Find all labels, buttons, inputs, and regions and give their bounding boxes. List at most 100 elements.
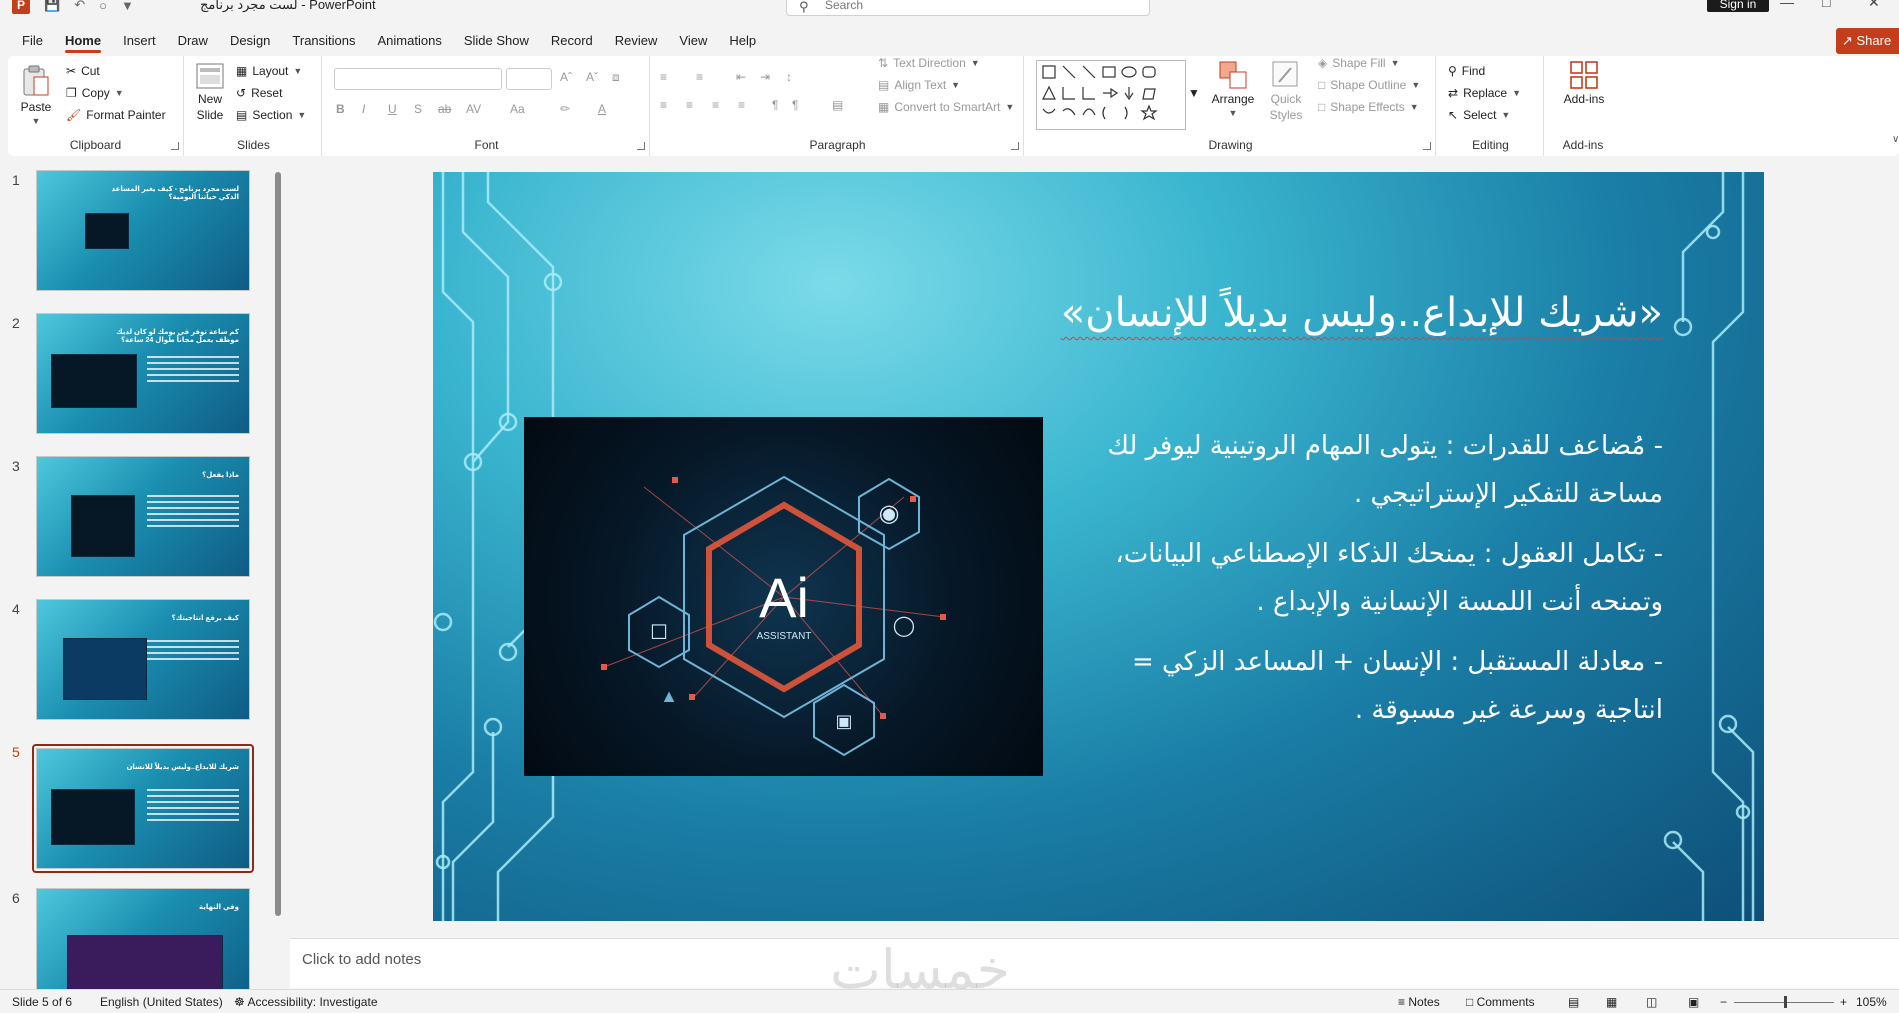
shapes-more-icon[interactable]: ▼: [1188, 86, 1200, 100]
save-icon[interactable]: 💾: [44, 0, 60, 13]
zoom-level[interactable]: 105%: [1856, 995, 1887, 1009]
select-button[interactable]: ↖ Select ▼: [1448, 108, 1510, 122]
tab-record[interactable]: Record: [551, 29, 593, 53]
align-right-icon[interactable]: ≡: [712, 98, 719, 112]
quick-styles-button[interactable]: Quick Styles: [1264, 60, 1308, 122]
find-button[interactable]: ⚲ Find: [1448, 64, 1485, 78]
tab-home[interactable]: Home: [64, 29, 102, 53]
shapes-gallery[interactable]: [1036, 60, 1186, 130]
text-direction-button[interactable]: ⇅ Text Direction ▼: [878, 56, 980, 70]
replace-button[interactable]: ⇄ Replace ▼: [1448, 86, 1521, 100]
font-color-icon[interactable]: A: [598, 102, 606, 116]
align-left-icon[interactable]: ≡: [660, 98, 667, 112]
close-icon[interactable]: ✕: [1868, 0, 1880, 11]
numbering-icon[interactable]: ≡: [696, 70, 703, 84]
scrollbar-thumb[interactable]: [275, 172, 281, 916]
bullet-2[interactable]: - تكامل العقول : يمنحك الذكاء الإصطناعي …: [1063, 530, 1663, 626]
new-slide-button[interactable]: New Slide: [192, 62, 228, 122]
line-spacing-icon[interactable]: ↕: [786, 70, 792, 84]
convert-smartart-button[interactable]: ▦ Convert to SmartArt ▼: [878, 100, 1014, 114]
comments-button[interactable]: □ Comments: [1466, 995, 1535, 1009]
align-center-icon[interactable]: ≡: [686, 98, 693, 112]
notes-pane[interactable]: Click to add notes: [290, 938, 1899, 988]
grow-font-icon[interactable]: Aˆ: [560, 70, 572, 84]
reading-view-icon[interactable]: ◫: [1646, 995, 1657, 1009]
increase-indent-icon[interactable]: ⇥: [760, 70, 770, 84]
bullet-3[interactable]: - معادلة المستقبل : الإنسان + المساعد ال…: [1063, 638, 1663, 734]
tab-design[interactable]: Design: [230, 29, 270, 53]
undo-icon[interactable]: ↶: [74, 0, 85, 13]
customize-icon[interactable]: ▼: [121, 0, 134, 13]
section-button[interactable]: ▤ Section ▼: [236, 108, 306, 122]
redo-icon[interactable]: ○: [99, 0, 107, 13]
strikethrough-icon[interactable]: ab: [438, 102, 451, 116]
clipboard-launcher-icon[interactable]: [171, 142, 179, 150]
slide-sorter-icon[interactable]: ▦: [1606, 995, 1617, 1009]
tab-file[interactable]: File: [22, 29, 43, 53]
zoom-slider-thumb[interactable]: [1784, 996, 1787, 1008]
tab-animations[interactable]: Animations: [378, 29, 442, 53]
tab-view[interactable]: View: [679, 29, 707, 53]
share-button[interactable]: ↗ Share: [1836, 28, 1899, 54]
slide-bullets[interactable]: - مُضاعف للقدرات : يتولى المهام الروتيني…: [1063, 422, 1663, 746]
slide-canvas[interactable]: «شريك للإبداع..وليس بديلاً للإنسان» Ai A…: [433, 172, 1764, 921]
arrange-button[interactable]: Arrange ▼: [1210, 60, 1256, 118]
minimize-icon[interactable]: —: [1780, 0, 1794, 10]
normal-view-icon[interactable]: ▤: [1568, 995, 1579, 1009]
tab-slide-show[interactable]: Slide Show: [464, 29, 529, 53]
font-launcher-icon[interactable]: [637, 142, 645, 150]
copy-button[interactable]: ❐ Copy ▼: [66, 86, 124, 100]
ltr-icon[interactable]: ¶: [792, 98, 798, 112]
accessibility-status[interactable]: ☸ Accessibility: Investigate: [234, 995, 378, 1009]
decrease-indent-icon[interactable]: ⇤: [736, 70, 746, 84]
laptop-icon: ▣: [835, 711, 852, 731]
underline-icon[interactable]: U: [388, 102, 397, 116]
zoom-in-button[interactable]: +: [1840, 995, 1847, 1009]
justify-icon[interactable]: ≡: [738, 98, 745, 112]
rtl-icon[interactable]: ¶: [772, 98, 778, 112]
char-spacing-icon[interactable]: AV: [466, 102, 481, 116]
addins-button[interactable]: Add-ins: [1556, 60, 1612, 106]
tab-draw[interactable]: Draw: [178, 29, 208, 53]
editing-label: Editing: [1472, 138, 1509, 152]
shape-outline-button[interactable]: □ Shape Outline ▼: [1318, 78, 1420, 92]
ai-assistant-image[interactable]: Ai ASSISTANT ◉ ☐ ▣ ◯ ▲: [524, 417, 1043, 776]
notes-button[interactable]: ≡ Notes: [1398, 995, 1440, 1009]
thumbnails-scrollbar[interactable]: [274, 160, 282, 980]
layout-button[interactable]: ▦ Layout ▼: [236, 64, 302, 78]
shadow-icon[interactable]: S: [414, 102, 422, 116]
sign-in-button[interactable]: Sign in: [1707, 0, 1769, 12]
font-name-input[interactable]: [334, 68, 502, 90]
shape-effects-button[interactable]: □ Shape Effects ▼: [1318, 100, 1419, 114]
notes-placeholder[interactable]: Click to add notes: [302, 951, 421, 968]
slide-title[interactable]: «شريك للإبداع..وليس بديلاً للإنسان»: [993, 290, 1663, 336]
reset-button[interactable]: ↺ Reset: [236, 86, 282, 100]
drawing-launcher-icon[interactable]: [1423, 142, 1431, 150]
language-status[interactable]: English (United States): [100, 995, 223, 1009]
clear-format-icon[interactable]: ⧈: [612, 70, 620, 85]
paragraph-launcher-icon[interactable]: [1011, 142, 1019, 150]
bullet-1[interactable]: - مُضاعف للقدرات : يتولى المهام الروتيني…: [1063, 422, 1663, 518]
columns-icon[interactable]: ▤: [832, 98, 843, 112]
italic-icon[interactable]: I: [362, 102, 365, 116]
maximize-icon[interactable]: □: [1822, 0, 1830, 10]
cut-button[interactable]: ✂ Cut: [66, 64, 100, 78]
highlight-icon[interactable]: ✏: [560, 102, 570, 116]
shape-fill-button[interactable]: ◈ Shape Fill ▼: [1318, 56, 1400, 70]
paste-button[interactable]: Paste ▼: [14, 64, 58, 126]
tab-insert[interactable]: Insert: [123, 29, 156, 53]
tab-transitions[interactable]: Transitions: [292, 29, 355, 53]
tab-help[interactable]: Help: [729, 29, 756, 53]
zoom-out-button[interactable]: −: [1720, 995, 1727, 1009]
shrink-font-icon[interactable]: Aˇ: [586, 70, 598, 84]
collapse-ribbon-icon[interactable]: ∨: [1892, 134, 1899, 145]
font-size-input[interactable]: [506, 68, 552, 90]
tab-review[interactable]: Review: [615, 29, 658, 53]
align-text-button[interactable]: ▤ Align Text ▼: [878, 78, 960, 92]
search-input[interactable]: ⚲ Search: [786, 0, 1150, 16]
slideshow-view-icon[interactable]: ▣: [1688, 995, 1699, 1009]
bullets-icon[interactable]: ≡: [660, 70, 667, 84]
format-painter-button[interactable]: 🖌 Format Painter: [66, 108, 166, 122]
change-case-icon[interactable]: Aa: [510, 102, 525, 116]
bold-icon[interactable]: B: [336, 102, 345, 116]
